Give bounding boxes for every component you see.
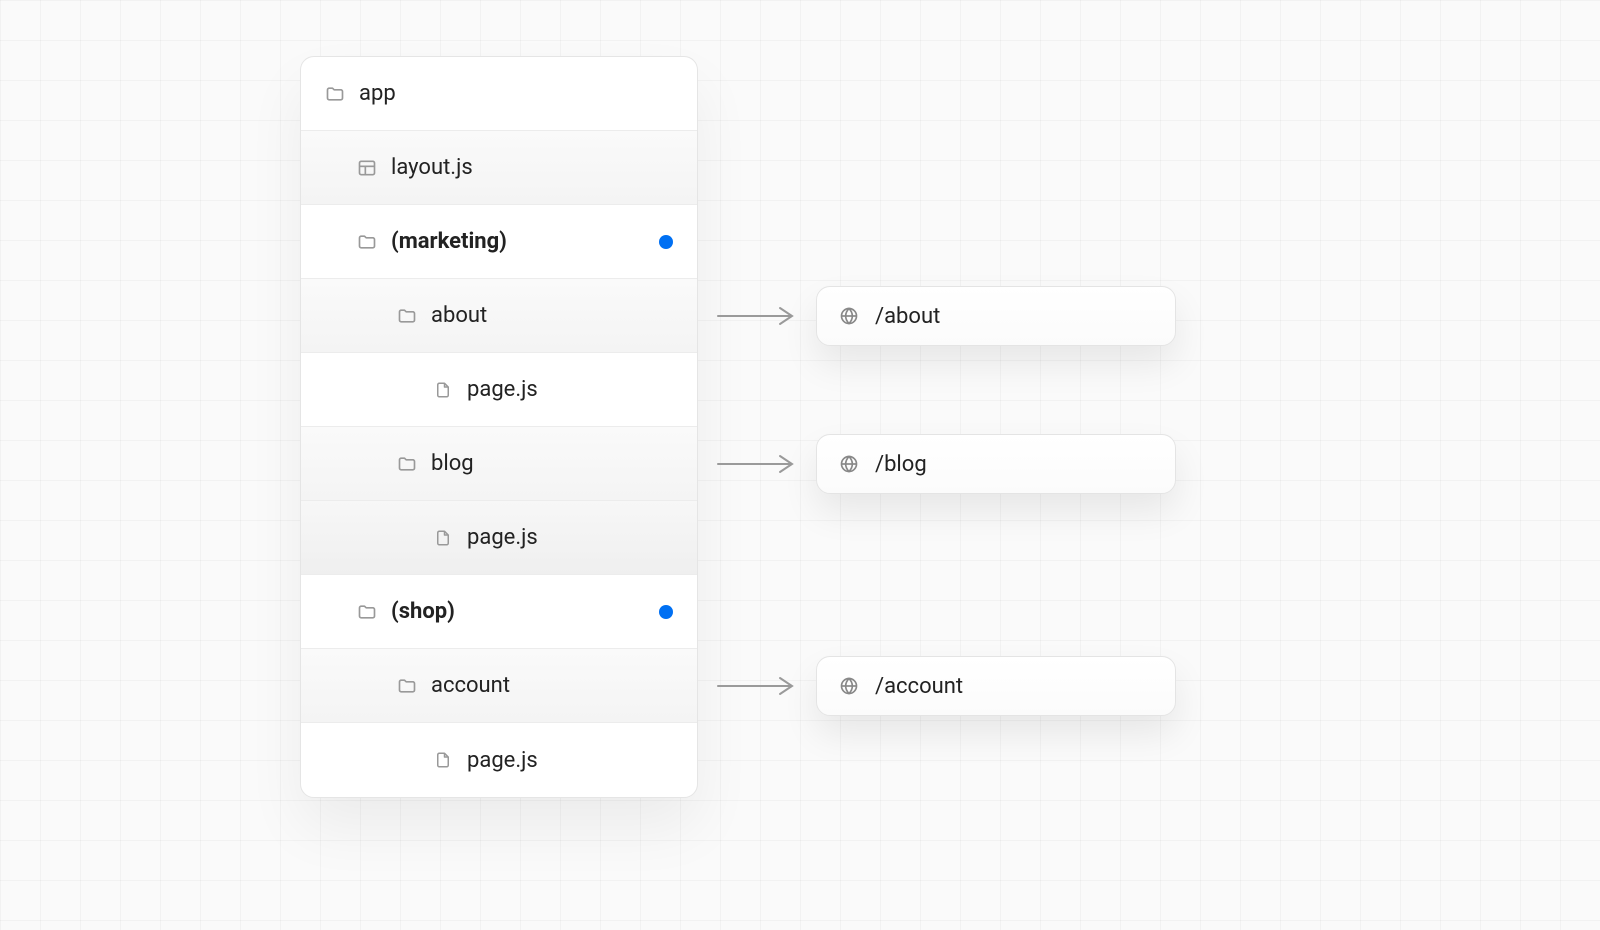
tree-row-label: page.js <box>467 525 673 550</box>
tree-row-marketing-group: (marketing) <box>301 205 697 279</box>
url-blog: /blog <box>816 434 1176 494</box>
file-icon <box>433 750 453 770</box>
tree-row-label: page.js <box>467 748 673 773</box>
tree-row-account: account <box>301 649 697 723</box>
tree-row-label: blog <box>431 451 673 476</box>
highlight-dot <box>659 235 673 249</box>
url-path-label: /account <box>875 674 1175 699</box>
url-account: /account <box>816 656 1176 716</box>
folder-icon <box>397 676 417 696</box>
arrow-icon <box>716 452 800 476</box>
tree-row-account-page-js: page.js <box>301 723 697 797</box>
highlight-dot <box>659 605 673 619</box>
url-path-label: /about <box>875 304 1175 329</box>
arrow-icon <box>716 674 800 698</box>
tree-row-layout-js: layout.js <box>301 131 697 205</box>
tree-row-about: about <box>301 279 697 353</box>
tree-row-label: app <box>359 81 673 106</box>
tree-row-blog-page-js: page.js <box>301 501 697 575</box>
tree-row-shop-group: (shop) <box>301 575 697 649</box>
folder-icon <box>357 232 377 252</box>
tree-row-label: layout.js <box>391 155 673 180</box>
file-icon <box>433 528 453 548</box>
folder-icon <box>397 454 417 474</box>
tree-row-label: account <box>431 673 673 698</box>
tree-row-app: app <box>301 57 697 131</box>
globe-icon <box>839 306 859 326</box>
globe-icon <box>839 454 859 474</box>
globe-icon <box>839 676 859 696</box>
tree-row-blog: blog <box>301 427 697 501</box>
layout-icon <box>357 158 377 178</box>
url-about: /about <box>816 286 1176 346</box>
tree-row-label: about <box>431 303 673 328</box>
folder-icon <box>325 84 345 104</box>
arrow-icon <box>716 304 800 328</box>
tree-row-label: (shop) <box>391 599 659 624</box>
tree-row-about-page-js: page.js <box>301 353 697 427</box>
tree-row-label: page.js <box>467 377 673 402</box>
file-icon <box>433 380 453 400</box>
folder-icon <box>357 602 377 622</box>
folder-icon <box>397 306 417 326</box>
tree-row-label: (marketing) <box>391 229 659 254</box>
file-tree: app layout.js (marketing) about page.js … <box>300 56 698 798</box>
url-path-label: /blog <box>875 452 1175 477</box>
